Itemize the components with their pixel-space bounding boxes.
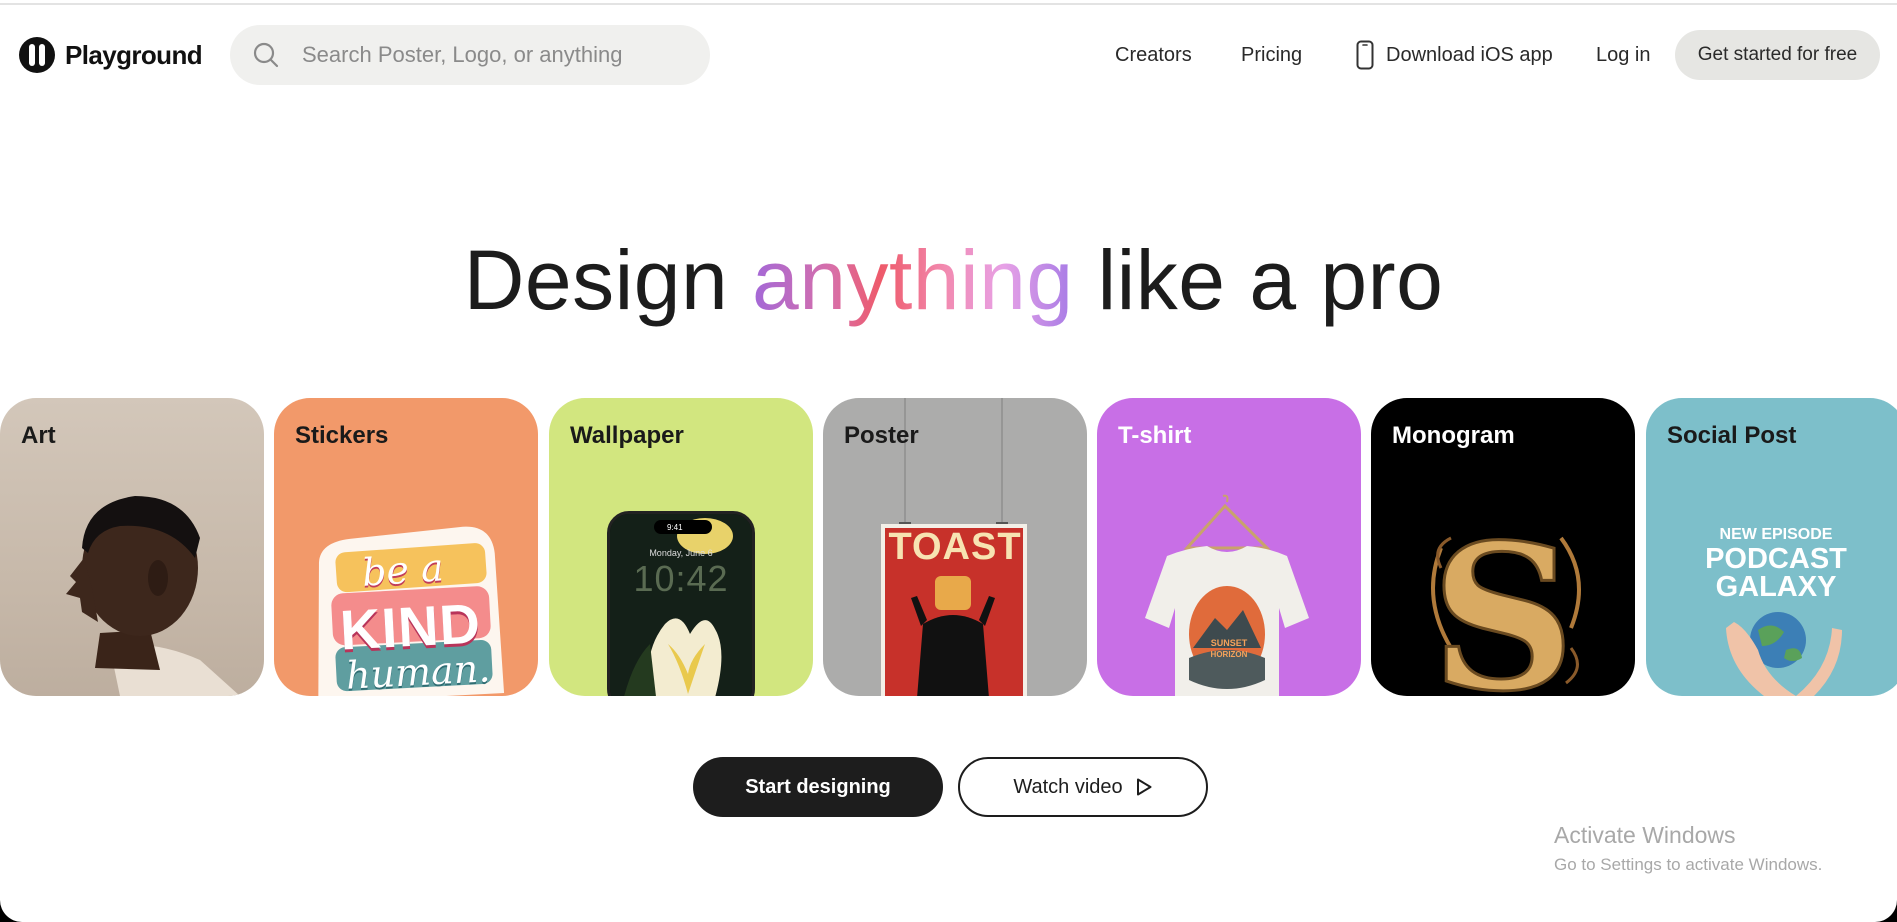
dynamic-island xyxy=(654,520,712,534)
svg-text:S: S xyxy=(1431,501,1575,696)
category-card-poster[interactable]: Poster TOAST xyxy=(823,398,1087,696)
sticker-text-line3: human. xyxy=(344,646,492,696)
nav-login[interactable]: Log in xyxy=(1596,43,1651,67)
search-icon xyxy=(253,42,279,68)
start-designing-button[interactable]: Start designing xyxy=(693,757,943,817)
sticker-text-line1: be a xyxy=(360,545,445,595)
hero-headline-highlight: anything xyxy=(752,233,1074,327)
social-text-line1: NEW EPISODE xyxy=(1719,526,1833,543)
phone-icon xyxy=(1356,40,1374,70)
category-label: Monogram xyxy=(1392,422,1515,449)
category-card-wallpaper[interactable]: Wallpaper 9:41 Monday, June 6 10:42 xyxy=(549,398,813,696)
category-card-tshirt[interactable]: T-shirt SUNSET HORIZON xyxy=(1097,398,1361,696)
social-text-line3: GALAXY xyxy=(1715,571,1837,603)
search-input[interactable] xyxy=(302,42,682,68)
logo-text: Playground xyxy=(65,39,203,70)
hero-headline: Design anything like a pro xyxy=(0,232,1897,328)
tulip-wallpaper-image xyxy=(610,514,752,696)
play-icon xyxy=(1136,778,1152,796)
page: Playground Creators Pricing Download iOS… xyxy=(0,0,1897,922)
category-label: Poster xyxy=(844,422,919,449)
get-started-button[interactable]: Get started for free xyxy=(1675,30,1880,80)
nav-pricing[interactable]: Pricing xyxy=(1241,43,1302,67)
category-card-art[interactable]: Art xyxy=(0,398,264,696)
hero-headline-end: like a pro xyxy=(1073,233,1444,327)
phone-mockup: 9:41 Monday, June 6 10:42 xyxy=(607,511,755,696)
poster-title: TOAST xyxy=(888,526,1022,568)
social-text-line2: PODCAST xyxy=(1705,543,1847,575)
hero-headline-start: Design xyxy=(463,233,753,327)
top-divider xyxy=(0,3,1897,5)
nav-creators[interactable]: Creators xyxy=(1115,43,1192,67)
social-title: PODCAST GALAXY xyxy=(1646,543,1897,603)
watch-video-button[interactable]: Watch video xyxy=(958,757,1208,817)
category-label: T-shirt xyxy=(1118,422,1192,449)
logo-link[interactable]: Playground xyxy=(19,37,203,73)
search-bar[interactable] xyxy=(230,25,710,85)
phone-clock: 10:42 xyxy=(633,558,729,599)
category-label: Art xyxy=(21,422,56,449)
phone-date: Monday, June 6 xyxy=(649,548,713,558)
category-card-monogram[interactable]: Monogram S xyxy=(1371,398,1635,696)
phone-status-time: 9:41 xyxy=(667,523,683,532)
nav-download-ios[interactable]: Download iOS app xyxy=(1356,40,1553,70)
tshirt-text-line1: SUNSET xyxy=(1210,638,1248,648)
category-label: Social Post xyxy=(1667,422,1797,449)
tshirt-text-line2: HORIZON xyxy=(1210,650,1248,659)
activate-windows-title: Activate Windows xyxy=(1554,822,1736,848)
category-label: Wallpaper xyxy=(570,422,684,449)
activate-windows-subtitle: Go to Settings to activate Windows. xyxy=(1554,855,1823,874)
nav-download-ios-label: Download iOS app xyxy=(1386,44,1553,66)
category-label: Stickers xyxy=(295,422,389,449)
category-card-stickers[interactable]: Stickers be a KIND human. xyxy=(274,398,538,696)
watch-video-label: Watch video xyxy=(1013,775,1123,798)
playground-logo-icon xyxy=(19,37,55,73)
category-card-social-post[interactable]: Social Post NEW EPISODE PODCAST GALAXY xyxy=(1646,398,1897,696)
